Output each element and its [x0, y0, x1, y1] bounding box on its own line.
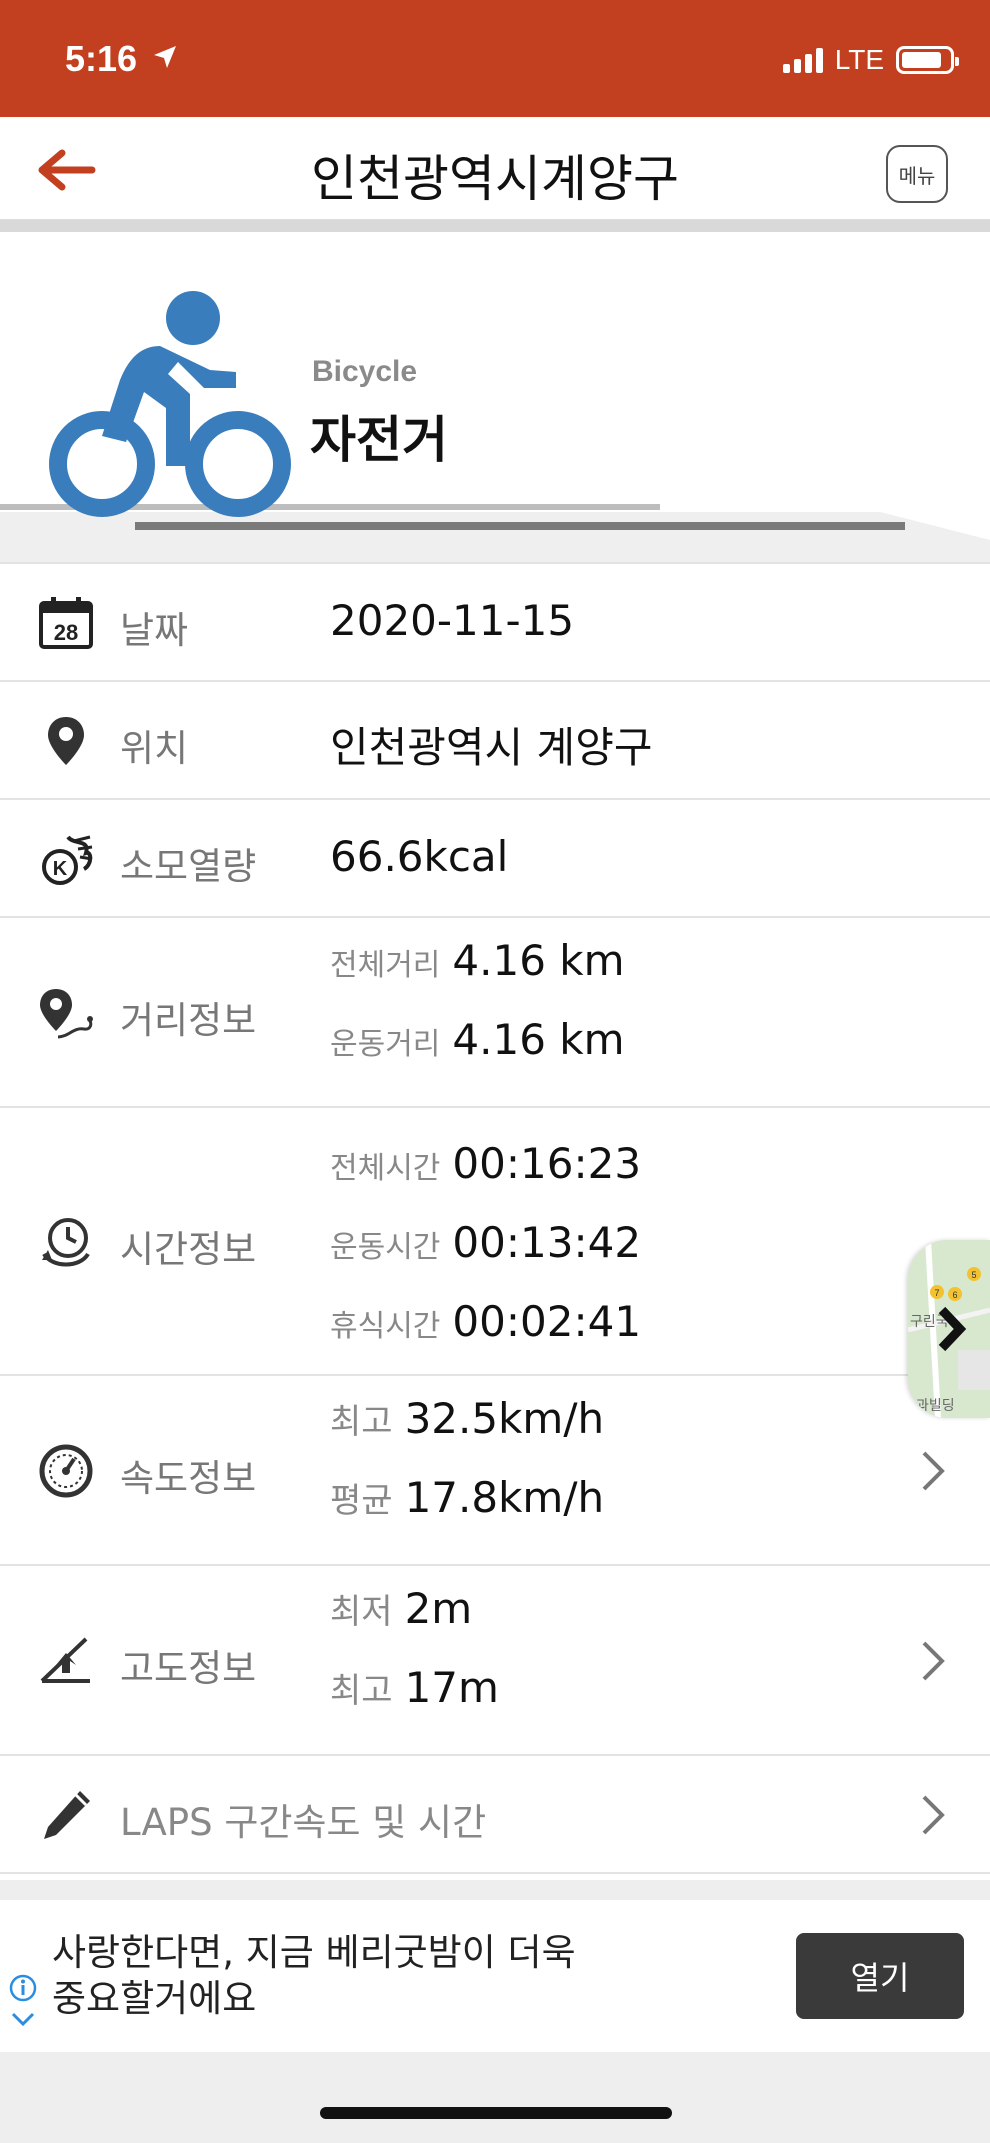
location-row: 위치 인천광역시 계양구: [0, 682, 990, 800]
activity-hero: Bicycle 자전거: [0, 232, 990, 562]
exercise-time-label: 운동시간: [330, 1230, 441, 1265]
total-time-line: 전체시간 00:16:23: [330, 1139, 641, 1188]
distance-route-icon: [38, 985, 94, 1041]
status-indicators: LTE: [782, 44, 959, 76]
time-row: 시간정보 전체시간 00:16:23 운동시간 00:13:42 휴식시간 00…: [0, 1108, 990, 1376]
map-marker-label: 7: [934, 1288, 939, 1298]
status-time: 5:16: [65, 38, 138, 79]
exercise-time-value: 00:13:42: [452, 1218, 642, 1267]
ad-text-line: 중요할거에요: [52, 1977, 257, 2020]
max-altitude-label: 최고: [330, 1671, 393, 1711]
menu-button[interactable]: 메뉴: [886, 145, 948, 203]
max-altitude-value: 17m: [404, 1663, 499, 1712]
sport-name-english: Bicycle: [312, 355, 418, 388]
avg-speed-label: 평균: [330, 1481, 393, 1521]
max-altitude-line: 최고 17m: [330, 1663, 499, 1712]
exercise-distance-line: 운동거리 4.16 km: [330, 1015, 625, 1064]
location-pin-icon: [38, 713, 94, 769]
ad-text-line: 사랑한다면, 지금 베리굿밤이 더욱: [52, 1931, 576, 1974]
avg-speed-line: 평균 17.8km/h: [330, 1473, 604, 1522]
min-altitude-label: 최저: [330, 1592, 393, 1632]
speed-row[interactable]: 속도정보 최고 32.5km/h 평균 17.8km/h: [0, 1376, 990, 1566]
network-label: LTE: [834, 44, 884, 75]
laps-label: LAPS 구간속도 및 시간: [120, 1801, 487, 1844]
date-value: 2020-11-15: [330, 596, 575, 645]
date-row: 28 날짜 2020-11-15: [0, 564, 990, 682]
chevron-right-icon[interactable]: [918, 1639, 948, 1683]
distance-label: 거리정보: [120, 999, 257, 1042]
altitude-label: 고도정보: [120, 1647, 257, 1690]
min-altitude-value: 2m: [404, 1584, 473, 1633]
rest-time-value: 00:02:41: [452, 1297, 642, 1346]
max-speed-line: 최고 32.5km/h: [330, 1394, 604, 1443]
exercise-time-line: 운동시간 00:13:42: [330, 1218, 641, 1267]
battery-icon: [896, 46, 959, 74]
calendar-icon: 28: [38, 595, 94, 651]
ad-banner[interactable]: 사랑한다면, 지금 베리굿밤이 더욱 중요할거에요 열기: [0, 1900, 990, 2052]
rest-time-label: 휴식시간: [330, 1309, 441, 1344]
clock-icon: [38, 1214, 94, 1270]
ad-text: 사랑한다면, 지금 베리굿밤이 더욱 중요할거에요: [52, 1930, 612, 2022]
chevron-right-icon[interactable]: [918, 1793, 948, 1837]
altitude-row[interactable]: 고도정보 최저 2m 최고 17m: [0, 1566, 990, 1756]
total-distance-value: 4.16 km: [452, 936, 625, 985]
header-divider: [0, 220, 990, 232]
map-thumbnail-icon: 7 6 5 구린국 과빌딩: [908, 1240, 990, 1418]
avg-speed-value: 17.8km/h: [404, 1473, 605, 1522]
rest-time-line: 휴식시간 00:02:41: [330, 1297, 641, 1346]
calendar-icon-number: 28: [54, 620, 78, 645]
exercise-distance-value: 4.16 km: [452, 1015, 625, 1064]
calories-row: K 소모열량 66.6kcal: [0, 800, 990, 918]
total-time-label: 전체시간: [330, 1151, 441, 1186]
total-time-value: 00:16:23: [452, 1139, 642, 1188]
exercise-distance-label: 운동거리: [330, 1027, 441, 1062]
location-label: 위치: [120, 727, 189, 770]
min-altitude-line: 최저 2m: [330, 1584, 472, 1633]
map-thumbnail-button[interactable]: 7 6 5 구린국 과빌딩: [908, 1240, 990, 1418]
chevron-right-icon[interactable]: [918, 1449, 948, 1493]
status-bar: 5:16 LTE: [0, 0, 990, 117]
signal-icon: [782, 47, 823, 73]
total-distance-label: 전체거리: [330, 948, 441, 983]
calories-label: 소모열량: [120, 845, 257, 888]
activity-info-list: 28 날짜 2020-11-15 위치 인천광역시 계양구 K 소모열량 66.…: [0, 562, 990, 1874]
date-label: 날짜: [120, 609, 189, 652]
map-marker-label: 5: [971, 1270, 976, 1280]
calories-value: 66.6kcal: [330, 832, 509, 881]
pencil-icon: [38, 1787, 94, 1843]
laps-row[interactable]: LAPS 구간속도 및 시간: [0, 1756, 990, 1874]
home-indicator: [320, 2107, 672, 2119]
ad-open-button[interactable]: 열기: [796, 1933, 964, 2019]
speedometer-icon: [38, 1443, 94, 1499]
location-arrow-icon: [154, 46, 176, 68]
max-speed-label: 최고: [330, 1402, 393, 1442]
altitude-icon: [38, 1633, 94, 1689]
total-distance-line: 전체거리 4.16 km: [330, 936, 625, 985]
time-label: 시간정보: [120, 1228, 257, 1271]
info-icon[interactable]: [8, 1974, 38, 2034]
map-marker-label: 6: [952, 1290, 957, 1300]
location-value: 인천광역시 계양구: [330, 723, 653, 772]
sport-name-korean: 자전거: [310, 411, 448, 469]
page-title: 인천광역시계양구: [311, 150, 679, 208]
calorie-flame-icon: K: [38, 831, 94, 887]
bicycle-icon: [49, 291, 291, 517]
nav-bar: 인천광역시계양구 메뉴: [0, 117, 990, 220]
max-speed-value: 32.5km/h: [404, 1394, 605, 1443]
distance-row: 거리정보 전체거리 4.16 km 운동거리 4.16 km: [0, 918, 990, 1108]
speed-label: 속도정보: [120, 1457, 257, 1500]
calorie-icon-letter: K: [53, 858, 68, 880]
